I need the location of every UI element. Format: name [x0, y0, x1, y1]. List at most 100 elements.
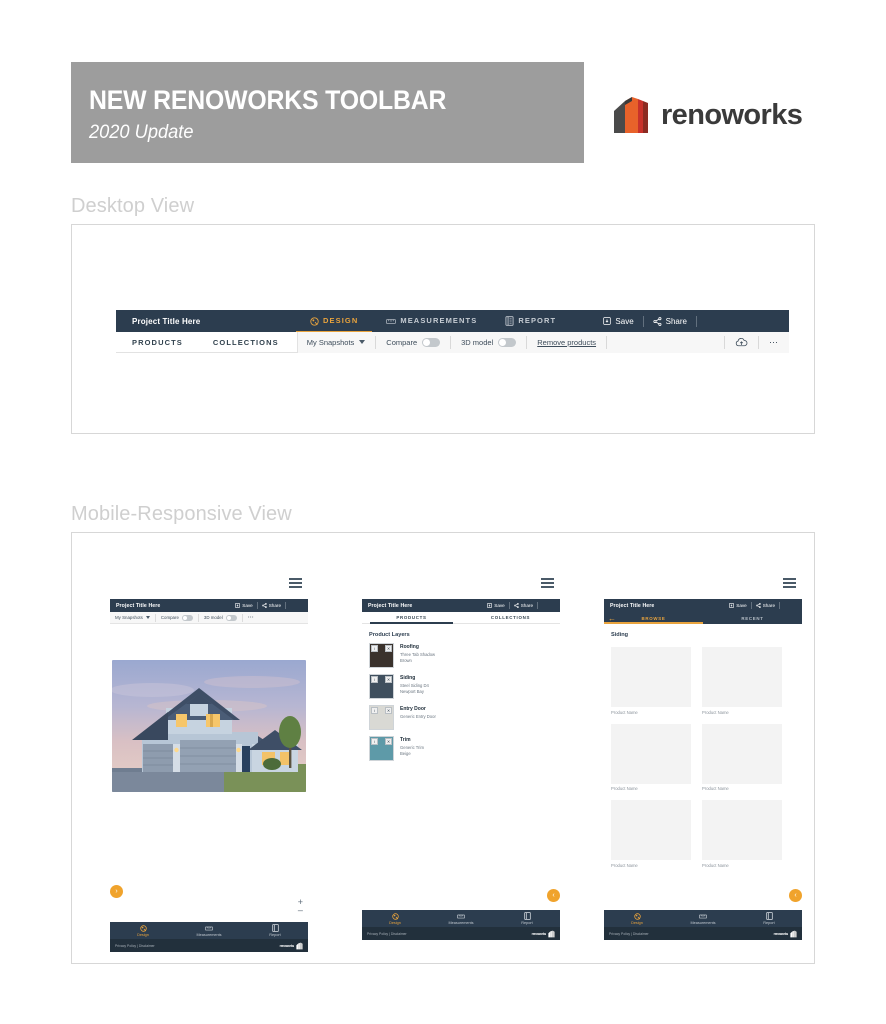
mobile-save-button[interactable]: Save [231, 603, 256, 608]
list-item[interactable]: Product Name [702, 723, 782, 791]
bottom-nav-report[interactable]: Report [736, 910, 802, 927]
desktop-toolbar-secondary-row: PRODUCTS COLLECTIONS My Snapshots Compar… [116, 332, 789, 353]
list-item[interactable]: Product Name [702, 800, 782, 868]
layer-remove-badge[interactable]: ✕ [385, 707, 392, 714]
model3d-switch[interactable] [498, 337, 517, 347]
product-thumbnail[interactable] [702, 800, 782, 860]
more-options-button[interactable]: ⋯ [759, 332, 789, 353]
mobile-action-divider-end [537, 602, 538, 609]
tab-design[interactable]: DESIGN [296, 310, 373, 333]
mobile-compare-switch[interactable] [181, 614, 193, 621]
canvas-prev-button[interactable]: › [110, 885, 123, 898]
save-button[interactable]: Save [594, 317, 642, 326]
mobile-share-button[interactable]: Share [752, 603, 779, 608]
product-thumbnail[interactable] [702, 647, 782, 707]
bottom-nav-measurements-label: Measurements [448, 920, 474, 925]
layer-info-badge[interactable]: i [371, 707, 378, 714]
save-icon [603, 317, 612, 325]
tab-report[interactable]: REPORT [491, 310, 570, 332]
model3d-toggle[interactable]: 3D model [451, 332, 526, 353]
layer-remove-badge[interactable]: ✕ [385, 645, 392, 652]
footer-links[interactable]: Privacy Policy | Disclaimer [115, 944, 155, 948]
product-layers-title: Product Layers [369, 632, 410, 638]
tab-measurements[interactable]: MEASUREMENTS [372, 310, 491, 332]
mobile-save-button[interactable]: Save [725, 603, 750, 608]
layer-name: Entry Door [400, 706, 426, 712]
bottom-nav-measurements[interactable]: Measurements [670, 910, 736, 927]
bottom-nav-measurements[interactable]: Measurements [428, 910, 494, 927]
mobile-tab-browse[interactable]: BROWSE [604, 612, 703, 624]
list-item[interactable]: i ✕ Siding Steel Siding D4 Newport Bay [362, 674, 560, 705]
remove-products-label: Remove products [537, 337, 597, 347]
hamburger-menu-icon[interactable] [289, 578, 302, 588]
mobile-tab-products[interactable]: PRODUCTS [362, 612, 461, 624]
mobile-share-button[interactable]: Share [258, 603, 285, 608]
compare-switch[interactable] [422, 337, 441, 347]
list-item[interactable]: i ✕ Roofing Three Tab Shadow Brown [362, 643, 560, 674]
bottom-nav-report-label: Report [269, 933, 281, 937]
list-item[interactable]: Product Name [702, 647, 782, 715]
hamburger-menu-icon[interactable] [541, 578, 554, 588]
snapshots-dropdown[interactable]: My Snapshots [293, 332, 376, 353]
remove-products-link[interactable]: Remove products [527, 332, 606, 353]
share-button[interactable]: Share [644, 317, 696, 326]
layer-swatch[interactable]: i ✕ [369, 643, 394, 668]
product-thumbnail[interactable] [611, 647, 691, 707]
mobile-footer: Privacy Policy | Disclaimer renoworks [604, 927, 802, 940]
compare-toggle[interactable]: Compare [376, 332, 450, 353]
bottom-nav-report[interactable]: Report [494, 910, 560, 927]
product-caption: Product Name [611, 786, 638, 791]
layer-remove-badge[interactable]: ✕ [385, 676, 392, 683]
save-icon [487, 603, 493, 608]
footer-brand-label: renoworks [531, 931, 547, 936]
product-caption: Product Name [702, 786, 729, 791]
desktop-action-group: Save Share [594, 315, 789, 327]
mobile-snapshots-dropdown[interactable]: My Snapshots [110, 615, 155, 620]
panel-collapse-button[interactable]: ‹ [789, 889, 802, 902]
mobile-compare-toggle[interactable]: Compare [156, 614, 198, 621]
mobile-section-label: Mobile-Responsive View [71, 503, 292, 525]
layer-swatch[interactable]: i ✕ [369, 705, 394, 730]
layer-remove-badge[interactable]: ✕ [385, 738, 392, 745]
bottom-nav-design-label: Design [389, 920, 401, 925]
layer-info-badge[interactable]: i [371, 738, 378, 745]
subtab-products[interactable]: PRODUCTS [116, 338, 197, 347]
bottom-nav-report[interactable]: Report [242, 922, 308, 939]
panel-collapse-button[interactable]: ‹ [547, 889, 560, 902]
mobile-save-button[interactable]: Save [483, 603, 508, 608]
product-caption: Product Name [611, 862, 638, 868]
list-item[interactable]: Product Name [611, 723, 691, 791]
list-item[interactable]: Product Name [611, 647, 691, 715]
bottom-nav-design[interactable]: Design [110, 922, 176, 939]
layer-swatch[interactable]: i ✕ [369, 674, 394, 699]
upload-button[interactable] [725, 332, 758, 353]
bottom-nav-design[interactable]: Design [604, 910, 670, 927]
mobile-model3d-switch[interactable] [225, 614, 237, 621]
layer-info-badge[interactable]: i [371, 676, 378, 683]
list-item[interactable]: i ✕ Trim Generic Trim Beige [362, 736, 560, 767]
footer-links[interactable]: Privacy Policy | Disclaimer [367, 932, 407, 936]
product-thumbnail[interactable] [702, 723, 782, 784]
zoom-out-button[interactable]: – [298, 906, 303, 915]
footer-brand-label: renoworks [773, 931, 789, 936]
mobile-design-canvas: › + – [110, 660, 308, 922]
product-thumbnail[interactable] [611, 800, 691, 860]
mobile-tab-collections[interactable]: COLLECTIONS [461, 612, 560, 623]
list-item[interactable]: i ✕ Entry Door Generic Entry Door [362, 705, 560, 736]
product-thumbnail[interactable] [611, 723, 691, 784]
bottom-nav-measurements[interactable]: Measurements [176, 922, 242, 939]
mobile-more-button[interactable]: ⋯ [243, 615, 260, 621]
hamburger-menu-icon[interactable] [783, 578, 796, 588]
layer-swatch[interactable]: i ✕ [369, 736, 394, 761]
save-label: Save [615, 316, 634, 326]
list-item[interactable]: Product Name [611, 800, 691, 868]
footer-links[interactable]: Privacy Policy | Disclaimer [609, 932, 649, 936]
share-icon [261, 603, 267, 608]
mobile-tab-recent[interactable]: RECENT [703, 612, 802, 624]
mobile-share-button[interactable]: Share [510, 603, 537, 608]
share-label: Share [665, 316, 687, 326]
bottom-nav-design[interactable]: Design [362, 910, 428, 927]
mobile-model3d-toggle[interactable]: 3D model [199, 614, 242, 621]
layer-info-badge[interactable]: i [371, 645, 378, 652]
subtab-collections[interactable]: COLLECTIONS [197, 338, 293, 347]
